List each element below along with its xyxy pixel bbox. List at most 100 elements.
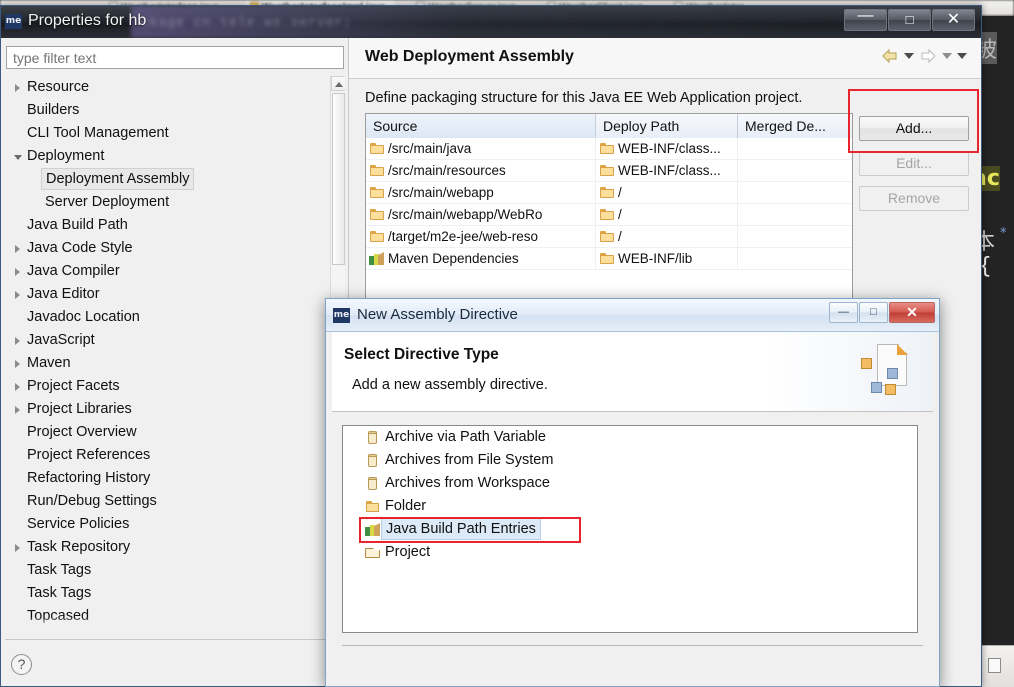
sidebar-item-label: Project Overview xyxy=(27,424,137,440)
chevron-right-icon[interactable] xyxy=(15,245,20,253)
maximize-button[interactable]: □ xyxy=(888,9,931,31)
cell-deploy-path-label: WEB-INF/class... xyxy=(618,141,721,156)
assembly-table[interactable]: Source Deploy Path Merged De... /src/mai… xyxy=(365,113,853,323)
page-description: Define packaging structure for this Java… xyxy=(365,90,803,106)
chevron-right-icon[interactable] xyxy=(15,360,20,368)
folder-icon xyxy=(370,187,384,198)
cell-source-label: /src/main/resources xyxy=(388,163,506,178)
close-button[interactable]: ✕ xyxy=(932,9,975,31)
forward-arrow-icon[interactable] xyxy=(919,48,937,64)
column-header-merged[interactable]: Merged De... xyxy=(738,114,851,138)
chevron-down-icon[interactable] xyxy=(14,155,22,160)
sidebar-item-java-compiler[interactable]: Java Compiler xyxy=(5,260,328,283)
directive-type-list[interactable]: Archive via Path Variable Archives from F… xyxy=(342,425,918,633)
sidebar-item-project-libraries[interactable]: Project Libraries xyxy=(5,398,328,421)
scroll-up-arrow-icon[interactable] xyxy=(331,76,345,91)
chevron-right-icon[interactable] xyxy=(15,84,20,92)
cell-deploy-path: WEB-INF/lib xyxy=(596,248,738,269)
table-row[interactable]: /src/main/resources WEB-INF/class... xyxy=(366,160,852,182)
sidebar-item-builders[interactable]: Builders xyxy=(5,99,328,122)
screenshot-root: WeatherInterface.javaWeatherInterfaceImp… xyxy=(0,0,1014,687)
sidebar-item-project-facets[interactable]: Project Facets xyxy=(5,375,328,398)
project-icon xyxy=(365,545,380,560)
cell-deploy-path-label: / xyxy=(618,185,622,200)
folder-icon xyxy=(370,209,384,220)
sidebar-item-label: Project References xyxy=(27,447,151,463)
page-header: Web Deployment Assembly xyxy=(349,38,981,79)
sidebar-item-java-editor[interactable]: Java Editor xyxy=(5,283,328,306)
properties-sidebar: Resource Builders CLI Tool Management Deplo… xyxy=(1,38,349,686)
list-item[interactable]: Archive via Path Variable xyxy=(343,426,917,449)
table-row[interactable]: /src/main/java WEB-INF/class... xyxy=(366,138,852,160)
folder-icon xyxy=(600,231,614,242)
sidebar-item-javadoc-location[interactable]: Javadoc Location xyxy=(5,306,328,329)
table-row[interactable]: /src/main/webapp / xyxy=(366,182,852,204)
sidebar-item-deployment-assembly[interactable]: Deployment Assembly xyxy=(5,168,328,191)
list-item[interactable]: Project xyxy=(343,541,917,564)
scrollbar-thumb[interactable] xyxy=(332,93,345,265)
table-row[interactable]: /target/m2e-jee/web-reso / xyxy=(366,226,852,248)
background-toolbar-icon-2[interactable] xyxy=(988,658,1001,673)
list-item[interactable]: Folder xyxy=(343,495,917,518)
column-header-deploy-path[interactable]: Deploy Path xyxy=(596,114,738,138)
column-header-source[interactable]: Source xyxy=(366,114,596,138)
sidebar-item-java-build-path[interactable]: Java Build Path xyxy=(5,214,328,237)
settings-tree[interactable]: Resource Builders CLI Tool Management Deplo… xyxy=(5,76,345,631)
sidebar-item-project-overview[interactable]: Project Overview xyxy=(5,421,328,444)
sidebar-item-javascript[interactable]: JavaScript xyxy=(5,329,328,352)
back-history-caret-icon[interactable] xyxy=(904,53,914,59)
view-menu-caret-icon[interactable] xyxy=(957,53,967,59)
java-build-path-icon xyxy=(369,252,385,265)
forward-history-caret-icon[interactable] xyxy=(942,53,952,59)
cell-source: /src/main/resources xyxy=(366,160,596,181)
sidebar-item-run-debug-settings[interactable]: Run/Debug Settings xyxy=(5,490,328,513)
dialog-close-button[interactable]: ✕ xyxy=(889,302,935,323)
sidebar-item-cli-tool-management[interactable]: CLI Tool Management xyxy=(5,122,328,145)
list-item[interactable]: Archives from Workspace xyxy=(343,472,917,495)
filter-input[interactable] xyxy=(6,46,344,69)
help-icon[interactable]: ? xyxy=(11,654,32,675)
cell-source-label: Maven Dependencies xyxy=(388,251,519,266)
sidebar-item-label: Deployment xyxy=(27,148,105,164)
sidebar-item-deployment[interactable]: Deployment xyxy=(5,145,328,168)
sidebar-item-label: Server Deployment xyxy=(45,194,170,210)
table-row[interactable]: Maven Dependencies WEB-INF/lib xyxy=(366,248,852,270)
dialog-minimize-button[interactable]: — xyxy=(829,302,858,323)
list-item[interactable]: Archives from File System xyxy=(343,449,917,472)
back-arrow-icon[interactable] xyxy=(881,48,899,64)
sidebar-item-label: Java Code Style xyxy=(27,240,133,256)
sidebar-item-label: Javadoc Location xyxy=(27,309,140,325)
properties-title-bar[interactable]: ckage cn.tele.ws.server; me Properties f… xyxy=(1,6,981,38)
folder-icon xyxy=(370,165,384,176)
chevron-right-icon[interactable] xyxy=(15,383,20,391)
sidebar-item-task-tags[interactable]: Task Tags xyxy=(5,582,328,605)
cell-merged xyxy=(738,160,851,181)
chevron-right-icon[interactable] xyxy=(15,406,20,414)
sidebar-item-service-policies[interactable]: Service Policies xyxy=(5,513,328,536)
list-item-label: Java Build Path Entries xyxy=(381,518,541,540)
cell-deploy-path: WEB-INF/class... xyxy=(596,160,738,181)
sidebar-item-refactoring-history[interactable]: Refactoring History xyxy=(5,467,328,490)
chevron-right-icon[interactable] xyxy=(15,337,20,345)
list-item[interactable]: Java Build Path Entries xyxy=(343,518,917,541)
sidebar-item-resource[interactable]: Resource xyxy=(5,76,328,99)
minimize-button[interactable]: — xyxy=(844,8,887,31)
dialog-title: New Assembly Directive xyxy=(357,306,518,323)
sidebar-item-task-tags[interactable]: Task Tags xyxy=(5,559,328,582)
chevron-right-icon[interactable] xyxy=(15,291,20,299)
add-button[interactable]: Add... xyxy=(859,116,969,141)
sidebar-item-maven[interactable]: Maven xyxy=(5,352,328,375)
table-row[interactable]: /src/main/webapp/WebRo / xyxy=(366,204,852,226)
sidebar-item-task-repository[interactable]: Task Repository xyxy=(5,536,328,559)
sidebar-item-project-references[interactable]: Project References xyxy=(5,444,328,467)
dialog-title-bar[interactable]: me New Assembly Directive — □ ✕ xyxy=(326,299,939,332)
sidebar-item-java-code-style[interactable]: Java Code Style xyxy=(5,237,328,260)
chevron-right-icon[interactable] xyxy=(15,544,20,552)
dialog-maximize-button[interactable]: □ xyxy=(859,302,888,323)
sidebar-item-server-deployment[interactable]: Server Deployment xyxy=(5,191,328,214)
dialog-footer-divider xyxy=(342,645,923,646)
cell-deploy-path: / xyxy=(596,204,738,225)
sidebar-item-label: Resource xyxy=(27,79,90,95)
remove-button: Remove xyxy=(859,186,969,211)
chevron-right-icon[interactable] xyxy=(15,268,20,276)
